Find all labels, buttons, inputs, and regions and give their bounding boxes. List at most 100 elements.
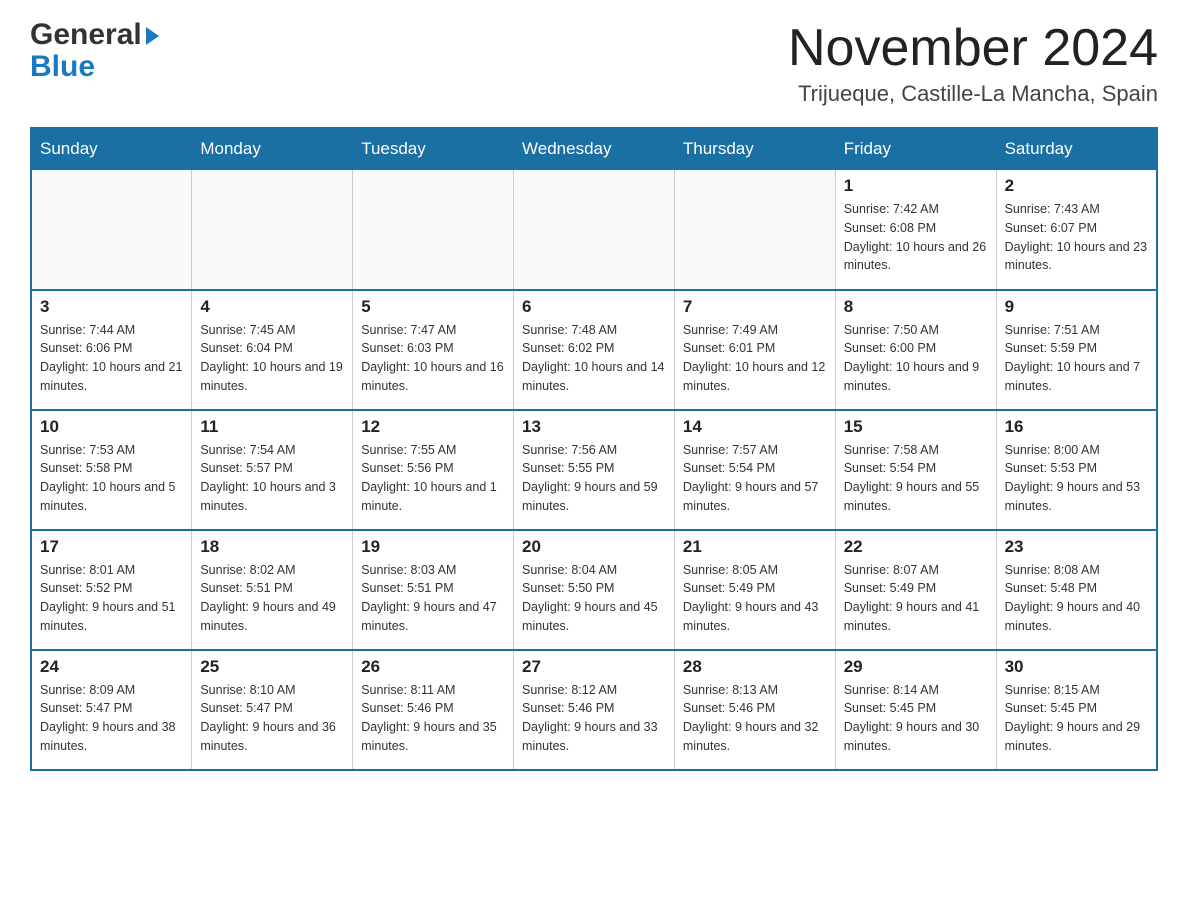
calendar-cell: 26 Sunrise: 8:11 AM Sunset: 5:46 PM Dayli… — [353, 650, 514, 770]
day-info: Sunrise: 8:07 AM Sunset: 5:49 PM Dayligh… — [844, 561, 988, 636]
calendar-week-row: 17 Sunrise: 8:01 AM Sunset: 5:52 PM Dayli… — [31, 530, 1157, 650]
day-info: Sunrise: 8:10 AM Sunset: 5:47 PM Dayligh… — [200, 681, 344, 756]
day-number: 11 — [200, 417, 344, 437]
day-number: 1 — [844, 176, 988, 196]
calendar-cell: 12 Sunrise: 7:55 AM Sunset: 5:56 PM Dayli… — [353, 410, 514, 530]
calendar-cell: 1 Sunrise: 7:42 AM Sunset: 6:08 PM Daylig… — [835, 170, 996, 290]
calendar-table: SundayMondayTuesdayWednesdayThursdayFrid… — [30, 127, 1158, 771]
day-info: Sunrise: 8:09 AM Sunset: 5:47 PM Dayligh… — [40, 681, 183, 756]
calendar-cell: 30Sunrise: 8:15 AM Sunset: 5:45 PM Dayli… — [996, 650, 1157, 770]
weekday-header-tuesday: Tuesday — [353, 128, 514, 170]
calendar-week-row: 1 Sunrise: 7:42 AM Sunset: 6:08 PM Daylig… — [31, 170, 1157, 290]
calendar-cell: 11 Sunrise: 7:54 AM Sunset: 5:57 PM Dayli… — [192, 410, 353, 530]
day-info: Sunrise: 8:05 AM Sunset: 5:49 PM Dayligh… — [683, 561, 827, 636]
day-number: 17 — [40, 537, 183, 557]
title-block: November 2024 Trijueque, Castille-La Man… — [788, 20, 1158, 107]
calendar-cell: 21 Sunrise: 8:05 AM Sunset: 5:49 PM Dayli… — [674, 530, 835, 650]
day-number: 15 — [844, 417, 988, 437]
day-info: Sunrise: 7:49 AM Sunset: 6:01 PM Dayligh… — [683, 321, 827, 396]
day-info: Sunrise: 7:44 AM Sunset: 6:06 PM Dayligh… — [40, 321, 183, 396]
calendar-cell: 8 Sunrise: 7:50 AM Sunset: 6:00 PM Daylig… — [835, 290, 996, 410]
day-info: Sunrise: 7:54 AM Sunset: 5:57 PM Dayligh… — [200, 441, 344, 516]
calendar-cell: 10 Sunrise: 7:53 AM Sunset: 5:58 PM Dayli… — [31, 410, 192, 530]
calendar-week-row: 3 Sunrise: 7:44 AM Sunset: 6:06 PM Daylig… — [31, 290, 1157, 410]
month-title: November 2024 — [788, 20, 1158, 77]
day-number: 13 — [522, 417, 666, 437]
day-info: Sunrise: 8:12 AM Sunset: 5:46 PM Dayligh… — [522, 681, 666, 756]
calendar-cell — [674, 170, 835, 290]
calendar-cell: 19 Sunrise: 8:03 AM Sunset: 5:51 PM Dayli… — [353, 530, 514, 650]
logo-general-text: General — [30, 20, 142, 50]
day-number: 27 — [522, 657, 666, 677]
weekday-header-sunday: Sunday — [31, 128, 192, 170]
day-number: 12 — [361, 417, 505, 437]
day-info: Sunrise: 7:57 AM Sunset: 5:54 PM Dayligh… — [683, 441, 827, 516]
day-info: Sunrise: 7:48 AM Sunset: 6:02 PM Dayligh… — [522, 321, 666, 396]
day-info: Sunrise: 8:11 AM Sunset: 5:46 PM Dayligh… — [361, 681, 505, 756]
calendar-cell: 3 Sunrise: 7:44 AM Sunset: 6:06 PM Daylig… — [31, 290, 192, 410]
calendar-cell: 5Sunrise: 7:47 AM Sunset: 6:03 PM Daylig… — [353, 290, 514, 410]
day-info: Sunrise: 8:14 AM Sunset: 5:45 PM Dayligh… — [844, 681, 988, 756]
day-number: 25 — [200, 657, 344, 677]
day-number: 18 — [200, 537, 344, 557]
day-info: Sunrise: 8:01 AM Sunset: 5:52 PM Dayligh… — [40, 561, 183, 636]
weekday-header-saturday: Saturday — [996, 128, 1157, 170]
day-info: Sunrise: 7:45 AM Sunset: 6:04 PM Dayligh… — [200, 321, 344, 396]
calendar-cell — [192, 170, 353, 290]
calendar-cell: 13Sunrise: 7:56 AM Sunset: 5:55 PM Dayli… — [514, 410, 675, 530]
calendar-cell: 22Sunrise: 8:07 AM Sunset: 5:49 PM Dayli… — [835, 530, 996, 650]
day-info: Sunrise: 8:02 AM Sunset: 5:51 PM Dayligh… — [200, 561, 344, 636]
calendar-cell: 29 Sunrise: 8:14 AM Sunset: 5:45 PM Dayli… — [835, 650, 996, 770]
day-info: Sunrise: 8:13 AM Sunset: 5:46 PM Dayligh… — [683, 681, 827, 756]
day-number: 2 — [1005, 176, 1148, 196]
calendar-week-row: 10 Sunrise: 7:53 AM Sunset: 5:58 PM Dayli… — [31, 410, 1157, 530]
day-number: 3 — [40, 297, 183, 317]
day-info: Sunrise: 8:03 AM Sunset: 5:51 PM Dayligh… — [361, 561, 505, 636]
day-number: 26 — [361, 657, 505, 677]
calendar-cell: 6Sunrise: 7:48 AM Sunset: 6:02 PM Daylig… — [514, 290, 675, 410]
day-number: 10 — [40, 417, 183, 437]
day-info: Sunrise: 7:50 AM Sunset: 6:00 PM Dayligh… — [844, 321, 988, 396]
calendar-cell — [353, 170, 514, 290]
day-info: Sunrise: 7:53 AM Sunset: 5:58 PM Dayligh… — [40, 441, 183, 516]
calendar-cell: 4 Sunrise: 7:45 AM Sunset: 6:04 PM Daylig… — [192, 290, 353, 410]
day-info: Sunrise: 7:55 AM Sunset: 5:56 PM Dayligh… — [361, 441, 505, 516]
day-info: Sunrise: 8:15 AM Sunset: 5:45 PM Dayligh… — [1005, 681, 1148, 756]
logo: General Blue — [30, 20, 159, 84]
calendar-header-row: SundayMondayTuesdayWednesdayThursdayFrid… — [31, 128, 1157, 170]
day-info: Sunrise: 8:00 AM Sunset: 5:53 PM Dayligh… — [1005, 441, 1148, 516]
day-number: 19 — [361, 537, 505, 557]
day-number: 21 — [683, 537, 827, 557]
calendar-cell: 9Sunrise: 7:51 AM Sunset: 5:59 PM Daylig… — [996, 290, 1157, 410]
calendar-cell: 2 Sunrise: 7:43 AM Sunset: 6:07 PM Daylig… — [996, 170, 1157, 290]
page-header: General Blue November 2024 Trijueque, Ca… — [30, 20, 1158, 107]
day-info: Sunrise: 7:51 AM Sunset: 5:59 PM Dayligh… — [1005, 321, 1148, 396]
calendar-cell: 24 Sunrise: 8:09 AM Sunset: 5:47 PM Dayli… — [31, 650, 192, 770]
calendar-cell: 14 Sunrise: 7:57 AM Sunset: 5:54 PM Dayli… — [674, 410, 835, 530]
day-info: Sunrise: 7:43 AM Sunset: 6:07 PM Dayligh… — [1005, 200, 1148, 275]
day-info: Sunrise: 7:58 AM Sunset: 5:54 PM Dayligh… — [844, 441, 988, 516]
calendar-cell: 27 Sunrise: 8:12 AM Sunset: 5:46 PM Dayli… — [514, 650, 675, 770]
calendar-cell — [514, 170, 675, 290]
day-number: 23 — [1005, 537, 1148, 557]
day-number: 5 — [361, 297, 505, 317]
calendar-cell — [31, 170, 192, 290]
calendar-cell: 20Sunrise: 8:04 AM Sunset: 5:50 PM Dayli… — [514, 530, 675, 650]
calendar-cell: 15 Sunrise: 7:58 AM Sunset: 5:54 PM Dayli… — [835, 410, 996, 530]
day-number: 4 — [200, 297, 344, 317]
day-number: 24 — [40, 657, 183, 677]
day-info: Sunrise: 8:08 AM Sunset: 5:48 PM Dayligh… — [1005, 561, 1148, 636]
weekday-header-thursday: Thursday — [674, 128, 835, 170]
day-info: Sunrise: 7:42 AM Sunset: 6:08 PM Dayligh… — [844, 200, 988, 275]
calendar-cell: 16Sunrise: 8:00 AM Sunset: 5:53 PM Dayli… — [996, 410, 1157, 530]
calendar-cell: 18 Sunrise: 8:02 AM Sunset: 5:51 PM Dayli… — [192, 530, 353, 650]
day-number: 14 — [683, 417, 827, 437]
day-info: Sunrise: 8:04 AM Sunset: 5:50 PM Dayligh… — [522, 561, 666, 636]
calendar-cell: 28Sunrise: 8:13 AM Sunset: 5:46 PM Dayli… — [674, 650, 835, 770]
calendar-cell: 23 Sunrise: 8:08 AM Sunset: 5:48 PM Dayli… — [996, 530, 1157, 650]
day-number: 29 — [844, 657, 988, 677]
calendar-cell: 17 Sunrise: 8:01 AM Sunset: 5:52 PM Dayli… — [31, 530, 192, 650]
weekday-header-monday: Monday — [192, 128, 353, 170]
logo-arrow-icon — [146, 27, 159, 45]
day-number: 8 — [844, 297, 988, 317]
